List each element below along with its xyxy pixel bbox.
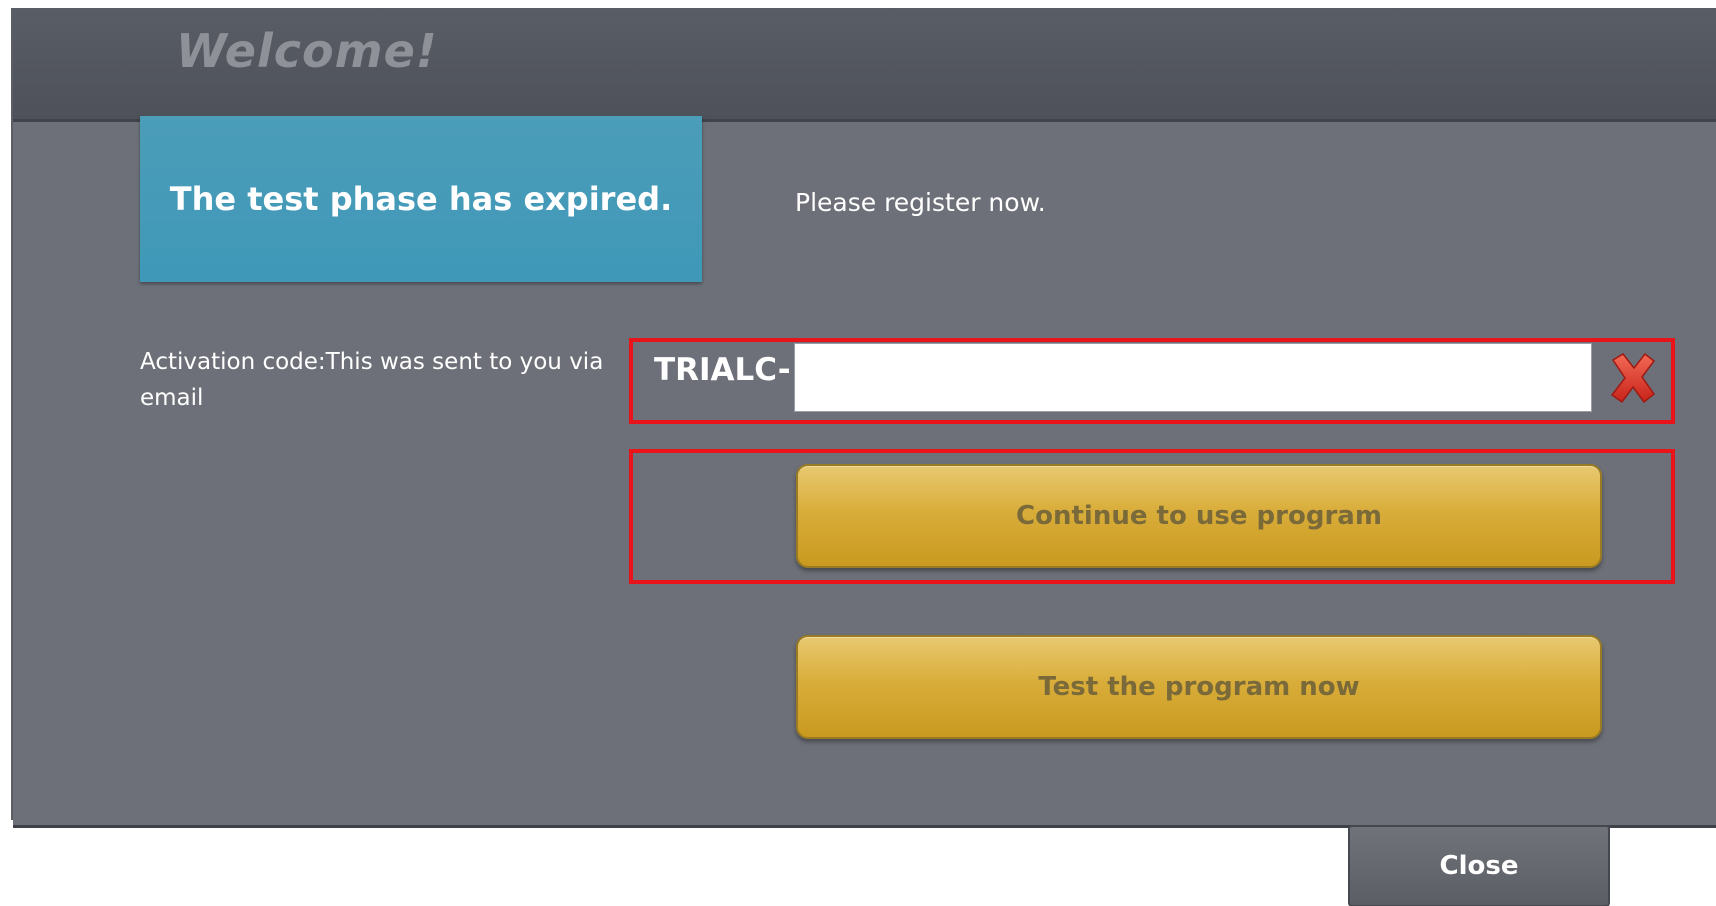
close-button[interactable]: Close — [1348, 825, 1610, 906]
close-button-label: Close — [1439, 851, 1519, 881]
continue-program-button[interactable]: Continue to use program — [796, 464, 1602, 568]
register-prompt: Please register now. — [795, 188, 1046, 217]
test-program-label: Test the program now — [1038, 672, 1360, 702]
dialog-header: Welcome! — [13, 8, 1716, 122]
app-root: Welcome! The test phase has expired. Ple… — [0, 0, 1716, 906]
expired-message: The test phase has expired. — [169, 180, 673, 218]
test-program-button[interactable]: Test the program now — [796, 635, 1602, 739]
close-x-icon[interactable] — [1607, 350, 1659, 406]
expired-banner: The test phase has expired. — [140, 116, 702, 282]
activation-code-prefix: TRIALC- — [654, 352, 791, 388]
activation-code-label: Activation code:This was sent to you via… — [140, 349, 604, 411]
continue-program-label: Continue to use program — [1016, 501, 1382, 531]
activation-code-input[interactable] — [794, 343, 1592, 412]
dialog-title: Welcome! — [176, 24, 438, 78]
